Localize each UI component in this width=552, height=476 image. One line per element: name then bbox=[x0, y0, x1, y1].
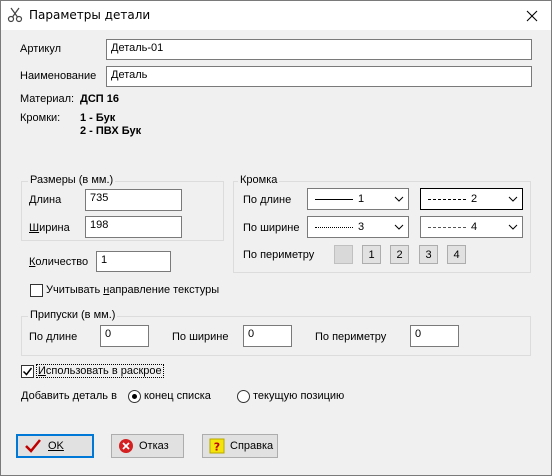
add-to-end-label: конец списка bbox=[144, 390, 211, 402]
chevron-down-icon bbox=[508, 224, 518, 230]
perimeter-edge-3-button[interactable]: 3 bbox=[419, 245, 438, 264]
use-in-cutting-label: Использовать в раскрое bbox=[36, 364, 164, 378]
cancel-button[interactable]: Отказ bbox=[111, 434, 184, 458]
cancel-icon bbox=[119, 439, 133, 453]
edge-length-combo-1-value: 1 bbox=[358, 193, 365, 205]
cancel-button-label: Отказ bbox=[139, 440, 169, 452]
name-label: Наименование bbox=[20, 70, 97, 82]
checkmark-icon bbox=[25, 439, 41, 453]
edge-width-combo-1[interactable]: 3 bbox=[307, 216, 409, 238]
edge-list-item-2: 2 - ПВХ Бук bbox=[80, 125, 142, 137]
edge-width-combo-2-value: 4 bbox=[471, 221, 478, 233]
close-button[interactable] bbox=[517, 3, 547, 28]
ok-button[interactable]: OK bbox=[16, 434, 94, 458]
edge-length-combo-2-value: 2 bbox=[471, 193, 478, 205]
allowance-width-input[interactable]: 0 bbox=[243, 325, 292, 347]
perimeter-edge-4-button[interactable]: 4 bbox=[447, 245, 466, 264]
sizes-group-title: Размеры (в мм.) bbox=[28, 174, 116, 186]
edge-width-combo-2[interactable]: 4 bbox=[420, 216, 523, 238]
allowance-width-label: По ширине bbox=[172, 331, 229, 343]
dialog-window: Параметры детали Артикул Деталь-01 Наиме… bbox=[0, 0, 552, 476]
texture-label: Учитывать направление текстуры bbox=[46, 284, 220, 296]
close-icon bbox=[526, 10, 538, 21]
help-button-label: Справка bbox=[230, 440, 274, 452]
length-label: Длина bbox=[29, 194, 62, 206]
edge-width-combo-1-value: 3 bbox=[358, 221, 365, 233]
texture-checkbox[interactable] bbox=[30, 284, 43, 297]
width-input[interactable]: 198 bbox=[85, 216, 182, 238]
edge-length-label: По длине bbox=[243, 194, 292, 206]
quantity-label: Количество bbox=[29, 256, 89, 268]
perimeter-edge-2-button[interactable]: 2 bbox=[390, 245, 409, 264]
material-label: Материал: bbox=[20, 93, 75, 105]
length-input[interactable]: 735 bbox=[85, 189, 182, 211]
chevron-down-icon bbox=[508, 196, 518, 202]
perimeter-edge-none-button[interactable] bbox=[334, 245, 353, 264]
svg-text:?: ? bbox=[214, 441, 220, 454]
width-label: Ширина bbox=[29, 222, 70, 234]
edges-label: Кромки: bbox=[20, 112, 61, 124]
checkmark-icon bbox=[22, 367, 33, 376]
add-to-current-label: текущую позицию bbox=[253, 390, 345, 402]
scissors-icon bbox=[7, 7, 23, 23]
chevron-down-icon bbox=[394, 196, 404, 202]
chevron-down-icon bbox=[394, 224, 404, 230]
perimeter-edge-1-button[interactable]: 1 bbox=[362, 245, 381, 264]
edge-list-item-1: 1 - Бук bbox=[80, 112, 116, 124]
article-input[interactable]: Деталь-01 bbox=[106, 39, 532, 60]
add-to-current-radio[interactable] bbox=[237, 390, 250, 403]
title-bar: Параметры детали bbox=[1, 1, 551, 30]
edge-length-combo-2[interactable]: 2 bbox=[420, 188, 523, 210]
add-to-label: Добавить деталь в bbox=[21, 390, 117, 402]
use-in-cutting-checkbox[interactable] bbox=[21, 365, 34, 378]
edge-length-combo-1[interactable]: 1 bbox=[307, 188, 409, 210]
window-title: Параметры детали bbox=[29, 8, 151, 22]
material-value: ДСП 16 bbox=[80, 93, 119, 105]
article-label: Артикул bbox=[20, 43, 62, 55]
quantity-input[interactable]: 1 bbox=[96, 251, 171, 272]
edge-width-label: По ширине bbox=[243, 222, 300, 234]
help-icon: ? bbox=[209, 438, 225, 454]
ok-button-label: OK bbox=[48, 440, 64, 452]
allowances-group-title: Припуски (в мм.) bbox=[28, 309, 118, 321]
allowance-length-label: По длине bbox=[29, 331, 78, 343]
allowance-perimeter-label: По периметру bbox=[315, 331, 387, 343]
allowance-perimeter-input[interactable]: 0 bbox=[410, 325, 459, 347]
name-input[interactable]: Деталь bbox=[106, 66, 532, 87]
allowance-length-input[interactable]: 0 bbox=[100, 325, 149, 347]
edge-perimeter-label: По периметру bbox=[243, 249, 315, 261]
add-to-end-radio[interactable] bbox=[128, 390, 141, 403]
edge-group-title: Кромка bbox=[238, 174, 280, 186]
help-button[interactable]: ? Справка bbox=[202, 434, 278, 458]
